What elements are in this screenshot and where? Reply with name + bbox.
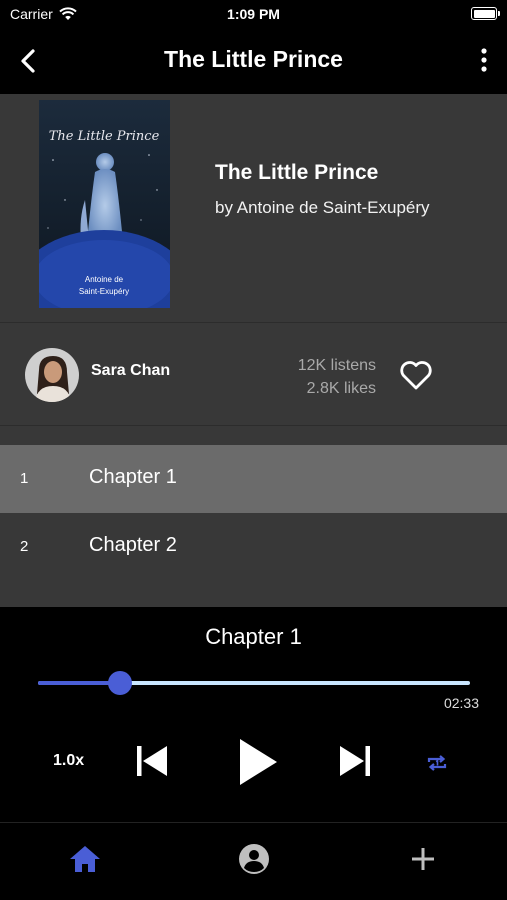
- skip-previous-icon[interactable]: [134, 743, 170, 779]
- cover-title: The Little Prince: [49, 129, 160, 144]
- page-title: The Little Prince: [164, 46, 343, 72]
- book-info: The Little Prince Antoine de Saint-Exupé…: [0, 94, 507, 322]
- now-playing-title: Chapter 1: [205, 624, 302, 649]
- chapter-number: 2: [20, 538, 29, 555]
- listens-count: 12K listens: [297, 357, 376, 374]
- narrator-info: Sara Chan 12K listens 2.8K likes: [0, 322, 507, 426]
- chapter-number: 1: [20, 470, 29, 487]
- chapter-row-1[interactable]: 1 Chapter 1: [0, 445, 507, 513]
- cover-author-line1: Antoine de: [85, 275, 124, 284]
- list-spacer: [0, 426, 507, 445]
- profile-icon[interactable]: [236, 841, 272, 877]
- skip-next-icon[interactable]: [337, 743, 373, 779]
- heart-icon[interactable]: [399, 359, 433, 391]
- progress-slider[interactable]: [38, 671, 470, 695]
- narrator-stats: 12K listens 2.8K likes: [260, 354, 376, 400]
- play-icon[interactable]: [237, 737, 279, 787]
- tab-bar: [0, 822, 507, 900]
- time-remaining: 02:33: [443, 695, 479, 711]
- nav-bar: The Little Prince: [0, 28, 507, 94]
- repeat-one-icon[interactable]: [425, 751, 449, 775]
- likes-count: 2.8K likes: [306, 380, 376, 397]
- status-bar: Carrier 1:09 PM: [0, 0, 507, 28]
- chapter-row-2[interactable]: 2 Chapter 2: [0, 513, 507, 581]
- battery-icon: [471, 7, 500, 20]
- more-vertical-icon[interactable]: [479, 48, 489, 72]
- add-icon[interactable]: [405, 841, 441, 877]
- cover-author-line2: Saint-Exupéry: [79, 287, 129, 296]
- chapter-title: Chapter 2: [89, 534, 177, 556]
- progress-thumb[interactable]: [108, 671, 133, 695]
- status-time: 1:09 PM: [227, 6, 280, 22]
- home-icon[interactable]: [67, 841, 103, 877]
- speed-button[interactable]: 1.0x: [53, 752, 84, 770]
- book-author[interactable]: by Antoine de Saint-Exupéry: [215, 198, 430, 218]
- list-fill: [0, 581, 507, 607]
- book-cover[interactable]: The Little Prince Antoine de Saint-Exupé…: [39, 100, 170, 308]
- audio-player: Chapter 1 02:33 1.0x: [0, 607, 507, 822]
- book-title: The Little Prince: [215, 161, 379, 184]
- chapter-title: Chapter 1: [89, 466, 177, 488]
- narrator-name[interactable]: Sara Chan: [91, 362, 170, 380]
- avatar[interactable]: [25, 348, 79, 402]
